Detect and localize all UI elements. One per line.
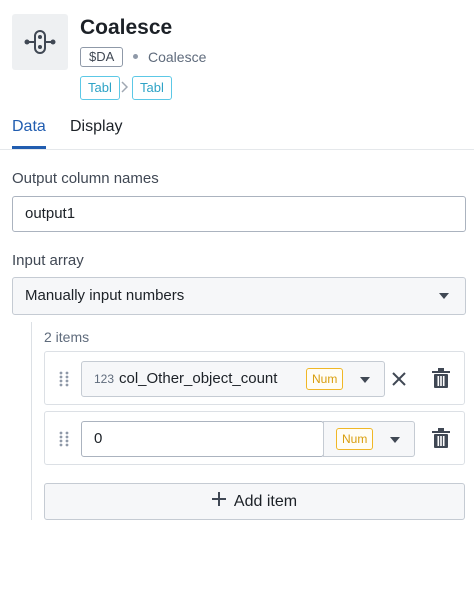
constant-value-input[interactable]: 0 bbox=[81, 421, 324, 457]
numeric-type-prefix: 123 bbox=[94, 372, 115, 386]
tabs-divider bbox=[0, 149, 474, 150]
drag-handle-icon[interactable] bbox=[59, 431, 69, 447]
output-type-tag: Tabl bbox=[132, 76, 172, 100]
trash-icon[interactable] bbox=[432, 368, 450, 393]
drag-handle-icon[interactable] bbox=[59, 371, 69, 387]
add-item-label: Add item bbox=[233, 492, 298, 510]
array-item-row: 123 col_Other_object_count Num bbox=[44, 351, 465, 405]
separator-dot bbox=[133, 54, 138, 59]
input-array-select[interactable]: Manually input numbers bbox=[12, 277, 466, 315]
trash-icon[interactable] bbox=[432, 428, 450, 453]
input-array-select-value: Manually input numbers bbox=[25, 287, 185, 304]
node-id-badge: $DA bbox=[80, 47, 124, 67]
column-select[interactable]: 123 col_Other_object_count Num bbox=[81, 361, 385, 397]
value-type-select[interactable]: Num bbox=[323, 421, 415, 457]
caret-down-icon bbox=[390, 437, 400, 443]
column-name: col_Other_object_count bbox=[119, 370, 278, 387]
output-column-names-input[interactable]: output1 bbox=[12, 196, 466, 232]
input-array-label: Input array bbox=[12, 252, 84, 269]
nesting-line bbox=[31, 322, 32, 520]
tab-display[interactable]: Display bbox=[70, 118, 122, 136]
caret-down-icon bbox=[439, 293, 449, 299]
coalesce-node-icon bbox=[12, 14, 68, 70]
output-column-names-label: Output column names bbox=[12, 170, 159, 187]
chevron-right-icon bbox=[121, 80, 129, 97]
node-subtitle: Coalesce bbox=[148, 49, 207, 65]
active-tab-indicator bbox=[12, 146, 46, 149]
plus-icon bbox=[211, 492, 226, 511]
node-title: Coalesce bbox=[80, 16, 173, 39]
items-count: 2 items bbox=[44, 329, 90, 345]
input-type-tag: Tabl bbox=[80, 76, 120, 100]
num-type-tag: Num bbox=[306, 368, 344, 390]
num-type-tag: Num bbox=[336, 428, 374, 450]
caret-down-icon bbox=[360, 377, 370, 383]
close-icon[interactable] bbox=[391, 371, 407, 392]
tab-data[interactable]: Data bbox=[12, 118, 46, 136]
add-item-button[interactable]: Add item bbox=[44, 483, 465, 520]
array-item-row: 0 Num bbox=[44, 411, 465, 465]
